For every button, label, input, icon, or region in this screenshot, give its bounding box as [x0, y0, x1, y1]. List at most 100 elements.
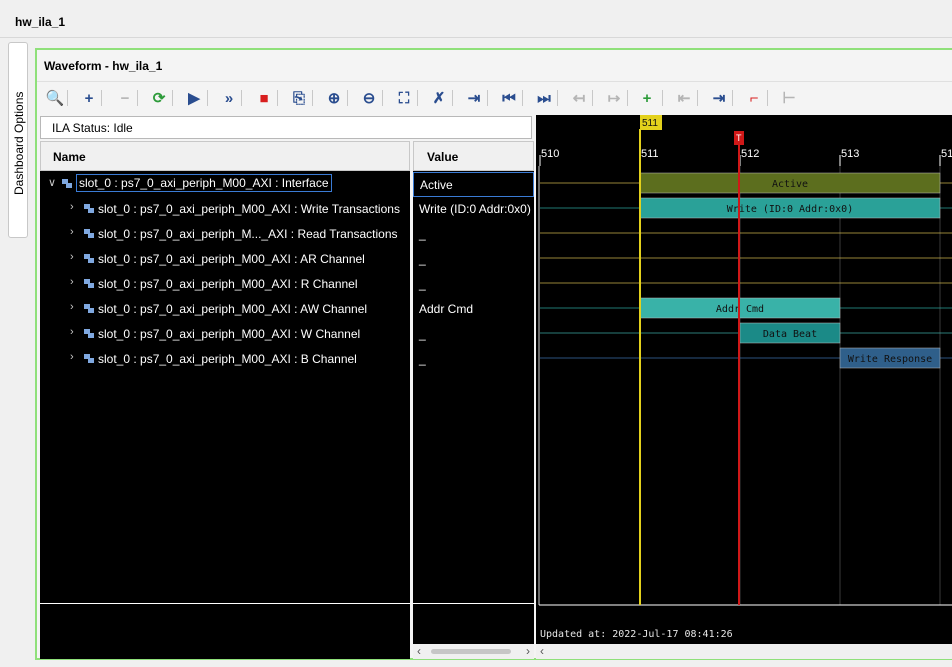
- signal-name: slot_0 : ps7_0_axi_periph_M00_AXI : W Ch…: [98, 327, 361, 341]
- toolbar-separator: [592, 90, 593, 106]
- toolbar-separator: [207, 90, 208, 106]
- signal-value-cell[interactable]: _: [413, 322, 534, 347]
- signal-value-cell[interactable]: Addr Cmd: [413, 297, 534, 322]
- name-column-label: Name: [53, 150, 86, 164]
- remove-icon[interactable]: −: [115, 88, 135, 108]
- expand-chevron-icon[interactable]: ›: [70, 276, 74, 288]
- signal-row[interactable]: › slot_0 : ps7_0_axi_periph_M..._AXI : Re…: [40, 222, 410, 247]
- value-column-header[interactable]: Value: [413, 141, 534, 171]
- dashboard-options-tab[interactable]: Dashboard Options: [8, 42, 28, 238]
- signal-row[interactable]: › slot_0 : ps7_0_axi_periph_M00_AXI : R C…: [40, 272, 410, 297]
- toolbar-separator: [137, 90, 138, 106]
- signal-value-cell[interactable]: Active: [413, 172, 534, 197]
- signal-name-pane: ∨ slot_0 : ps7_0_axi_periph_M00_AXI : Int…: [40, 171, 410, 659]
- waveform-horizontal-scrollbar[interactable]: ‹: [536, 644, 952, 659]
- signal-value-cell[interactable]: _: [413, 247, 534, 272]
- stop-icon[interactable]: ■: [254, 88, 274, 108]
- toolbar-separator: [172, 90, 173, 106]
- run-trigger-icon[interactable]: ▶: [184, 88, 204, 108]
- toolbar-separator: [312, 90, 313, 106]
- toolbar-separator: [241, 90, 242, 106]
- collapse-chevron-icon[interactable]: ∨: [48, 176, 56, 189]
- expand-chevron-icon[interactable]: ›: [70, 326, 74, 338]
- export-icon[interactable]: ⎘: [289, 88, 309, 108]
- signal-value: _: [419, 327, 426, 341]
- go-to-cursor-icon[interactable]: ⇥: [464, 88, 484, 108]
- bus-segment-label: Data Beat: [763, 329, 817, 340]
- signal-row[interactable]: › slot_0 : ps7_0_axi_periph_M00_AXI : W C…: [40, 322, 410, 347]
- name-pane-footer: [40, 603, 410, 659]
- wave-scroll-left-icon[interactable]: ‹: [540, 644, 544, 658]
- zoom-search-icon[interactable]: 🔍: [45, 88, 65, 108]
- auto-retrigger-icon[interactable]: ⟳: [149, 88, 169, 108]
- app-title: hw_ila_1: [15, 15, 66, 29]
- signal-name: slot_0 : ps7_0_axi_periph_M00_AXI : Inte…: [76, 174, 332, 192]
- signal-value-pane: Active Write (ID:0 Addr:0x0) _ _ _ Addr Cmd _ _: [413, 171, 534, 644]
- signal-value-cell[interactable]: _: [413, 222, 534, 247]
- signal-value: Addr Cmd: [419, 302, 474, 316]
- add-marker-icon[interactable]: +: [637, 88, 657, 108]
- expand-chevron-icon[interactable]: ›: [70, 201, 74, 213]
- waveform-canvas[interactable]: 510 511 512 513 51 Active Write (ID:0 Addr:0x0…: [536, 115, 952, 644]
- signal-row[interactable]: › slot_0 : ps7_0_axi_periph_M00_AXI : B C…: [40, 347, 410, 372]
- signal-row[interactable]: › slot_0 : ps7_0_axi_periph_M00_AXI : Wri…: [40, 197, 410, 222]
- signal-name: slot_0 : ps7_0_axi_periph_M00_AXI : AW C…: [98, 302, 368, 316]
- zoom-out-icon[interactable]: ⊖: [359, 88, 379, 108]
- zoom-fit-icon[interactable]: ⛶: [394, 88, 414, 108]
- time-tick-label: 510: [541, 148, 559, 160]
- toolbar-separator: [452, 90, 453, 106]
- value-horizontal-scrollbar[interactable]: ‹ ›: [413, 644, 534, 659]
- previous-transition-icon[interactable]: ↤: [569, 88, 589, 108]
- previous-marker-icon[interactable]: ⇤: [674, 88, 694, 108]
- bus-signal-icon: [84, 204, 94, 213]
- bus-signal-icon: [84, 254, 94, 263]
- trigger-marker-label: 511: [642, 118, 658, 129]
- time-tick-label: 512: [741, 148, 759, 160]
- signal-row[interactable]: ∨ slot_0 : ps7_0_axi_periph_M00_AXI : Int…: [40, 172, 410, 197]
- toolbar-separator: [557, 90, 558, 106]
- next-transition-icon[interactable]: ↦: [604, 88, 624, 108]
- toolbar-separator: [627, 90, 628, 106]
- bus-segment-label: Write (ID:0 Addr:0x0): [727, 204, 853, 215]
- swap-cursors-icon[interactable]: ⌐: [744, 88, 764, 108]
- toolbar-separator: [767, 90, 768, 106]
- waveform-panel-title: Waveform - hw_ila_1: [44, 59, 163, 73]
- signal-value-cell[interactable]: Write (ID:0 Addr:0x0): [413, 197, 534, 222]
- expand-chevron-icon[interactable]: ›: [70, 351, 74, 363]
- signal-value: Active: [420, 178, 453, 192]
- zoom-in-icon[interactable]: ⊕: [324, 88, 344, 108]
- signal-row[interactable]: › slot_0 : ps7_0_axi_periph_M00_AXI : AR …: [40, 247, 410, 272]
- scroll-left-icon[interactable]: ‹: [417, 644, 421, 658]
- signal-value: Write (ID:0 Addr:0x0): [419, 202, 531, 216]
- go-to-start-icon[interactable]: ⏮: [499, 88, 519, 108]
- add-icon[interactable]: +: [79, 88, 99, 108]
- toolbar-separator: [382, 90, 383, 106]
- run-immediate-icon[interactable]: »: [219, 88, 239, 108]
- cursor-flag-label: T: [736, 133, 742, 143]
- toolbar-separator: [522, 90, 523, 106]
- signal-name: slot_0 : ps7_0_axi_periph_M00_AXI : Writ…: [98, 202, 400, 216]
- expand-chevron-icon[interactable]: ›: [70, 301, 74, 313]
- signal-value-cell[interactable]: _: [413, 347, 534, 372]
- next-marker-icon[interactable]: ⇥: [709, 88, 729, 108]
- scroll-right-icon[interactable]: ›: [526, 644, 530, 658]
- waveform-view[interactable]: 510 511 512 513 51 Active Write (ID:0 Addr:0x0…: [536, 115, 952, 659]
- scrollbar-thumb[interactable]: [431, 649, 511, 654]
- toolbar-separator: [101, 90, 102, 106]
- signal-value-cell[interactable]: _: [413, 272, 534, 297]
- signal-name: slot_0 : ps7_0_axi_periph_M..._AXI : Rea…: [98, 227, 398, 241]
- signal-row[interactable]: › slot_0 : ps7_0_axi_periph_M00_AXI : AW …: [40, 297, 410, 322]
- go-to-end-icon[interactable]: ⏭: [534, 88, 554, 108]
- expand-chevron-icon[interactable]: ›: [70, 251, 74, 263]
- fit-cursors-icon[interactable]: ⊢: [779, 88, 799, 108]
- name-column-header[interactable]: Name: [40, 141, 410, 171]
- expand-chevron-icon[interactable]: ›: [70, 226, 74, 238]
- toolbar-separator: [697, 90, 698, 106]
- app-title-bar: hw_ila_1: [0, 0, 952, 38]
- time-tick-label: 513: [841, 148, 859, 160]
- value-pane-footer: [413, 603, 534, 644]
- bus-signal-icon: [84, 279, 94, 288]
- toolbar-separator: [67, 90, 68, 106]
- cursor-snap-icon[interactable]: ✗: [429, 88, 449, 108]
- signal-value: _: [419, 352, 426, 366]
